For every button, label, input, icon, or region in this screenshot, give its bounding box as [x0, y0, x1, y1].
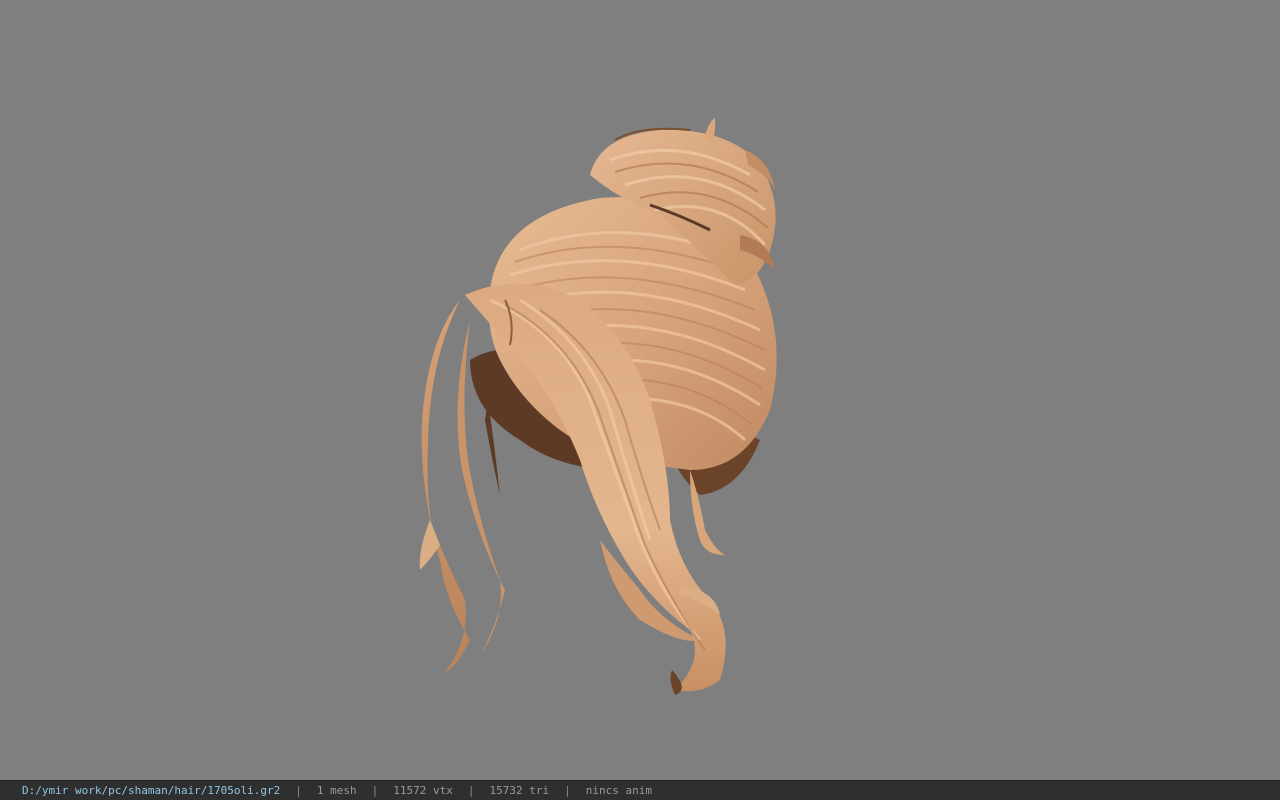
status-bar: D:/ymir work/pc/shaman/hair/1705oli.gr2 …	[0, 780, 1280, 800]
anim-status: nincs anim	[585, 784, 652, 797]
separator: |	[564, 784, 571, 797]
separator: |	[295, 784, 302, 797]
triangle-count: 15732 tri	[489, 784, 550, 797]
separator: |	[371, 784, 379, 797]
hair-model-render	[419, 118, 777, 695]
separator: |	[467, 784, 475, 797]
vertex-count: 11572 vtx	[393, 784, 453, 797]
3d-viewport[interactable]	[0, 0, 1280, 780]
file-path: D:/ymir work/pc/shaman/hair/1705oli.gr2	[22, 784, 281, 797]
mesh-count: 1 mesh	[316, 784, 357, 797]
